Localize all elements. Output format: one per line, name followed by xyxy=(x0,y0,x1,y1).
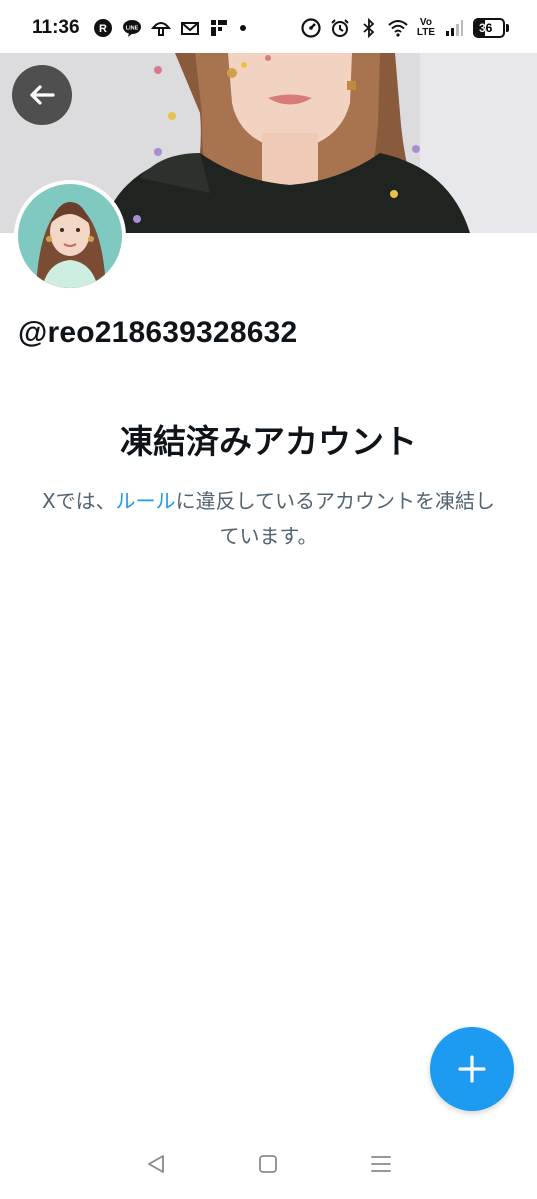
svg-text:R: R xyxy=(99,23,107,35)
mushroom-icon xyxy=(150,18,171,38)
wifi-icon xyxy=(388,18,408,38)
line-icon: LINE xyxy=(122,18,142,38)
battery-icon: 36 xyxy=(473,18,505,38)
alarm-icon xyxy=(330,18,350,38)
profile-handle: @reo218639328632 xyxy=(18,316,298,349)
bluetooth-icon xyxy=(359,18,379,38)
suspended-message: Xでは、ルールに違反しているアカウントを凍結しています。 xyxy=(40,484,497,554)
rakuten-link-icon: R xyxy=(93,18,113,38)
nav-back-button[interactable] xyxy=(141,1149,171,1179)
square-home-icon xyxy=(259,1155,278,1173)
status-right: Vo LTE 36 xyxy=(301,18,509,38)
nav-menu-button[interactable] xyxy=(366,1149,396,1179)
speedometer-icon xyxy=(301,18,321,38)
compose-button[interactable] xyxy=(430,1027,514,1111)
mail-icon xyxy=(180,18,200,38)
volte-indicator: Vo LTE xyxy=(416,17,435,38)
notification-dot xyxy=(239,25,246,31)
suspended-title: 凍結済みアカウント xyxy=(120,422,417,461)
battery-cap xyxy=(506,24,509,32)
arrow-left-icon xyxy=(30,85,55,105)
clock: 11:36 xyxy=(32,17,80,38)
signal-icon xyxy=(444,18,464,38)
svg-text:LINE: LINE xyxy=(125,26,138,32)
rules-link[interactable]: ルール xyxy=(116,489,176,513)
plus-icon xyxy=(458,1055,486,1083)
message-suffix: に違反しているアカウントを凍結しています。 xyxy=(175,489,496,548)
app-icon xyxy=(209,18,229,38)
status-bar: 11:36 R LINE Vo LTE 36 xyxy=(0,0,537,56)
triangle-back-icon xyxy=(148,1155,165,1173)
nav-home-button[interactable] xyxy=(253,1149,283,1179)
battery-level: 36 xyxy=(479,21,493,35)
status-left: 11:36 R LINE xyxy=(32,17,246,39)
message-prefix: Xでは、 xyxy=(41,489,116,513)
screen: 11:36 R LINE Vo LTE 36 @reo218639328632 … xyxy=(0,0,537,1199)
battery-indicator: 36 xyxy=(473,18,509,38)
back-button[interactable] xyxy=(12,65,72,125)
system-nav-bar xyxy=(0,1129,537,1199)
avatar[interactable] xyxy=(14,180,126,292)
menu-lines-icon xyxy=(370,1156,391,1172)
